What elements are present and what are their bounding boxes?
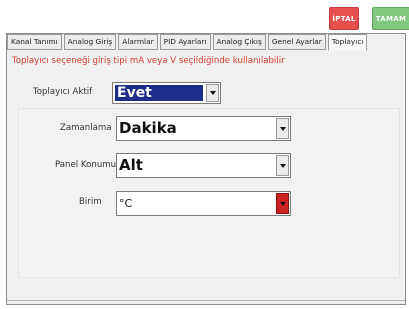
- aktif-value: Evet: [115, 85, 203, 101]
- zamanlama-dropdown[interactable]: Dakika: [116, 116, 291, 141]
- tab-alarmlar[interactable]: Alarmlar: [118, 34, 158, 50]
- info-message: Toplayıcı seçeneği giriş tipi mA veya V …: [12, 56, 285, 66]
- panel-konumu-label: Panel Konumu: [55, 160, 117, 170]
- aktif-dropdown[interactable]: Evet: [112, 82, 221, 104]
- chevron-down-icon[interactable]: [206, 84, 219, 102]
- aktif-label: Toplayıcı Aktif: [33, 87, 93, 97]
- tab-bar: Kanal Tanımı Analog Giriş Alarmlar PID A…: [7, 34, 369, 51]
- tab-genel-ayarlar[interactable]: Genel Ayarlar: [267, 34, 326, 50]
- chevron-down-icon[interactable]: [276, 193, 289, 214]
- tab-toplayici[interactable]: Toplayıcı: [327, 34, 368, 51]
- birim-value: °C: [119, 197, 133, 210]
- settings-panel: Kanal Tanımı Analog Giriş Alarmlar PID A…: [6, 33, 406, 305]
- divider: [7, 300, 405, 301]
- tab-kanal-tanimi[interactable]: Kanal Tanımı: [7, 34, 62, 50]
- tab-analog-giris[interactable]: Analog Giriş: [63, 34, 117, 50]
- birim-dropdown[interactable]: °C: [116, 191, 291, 216]
- panel-konumu-dropdown[interactable]: Alt: [116, 153, 291, 178]
- zamanlama-value: Dakika: [119, 119, 177, 137]
- ok-button[interactable]: TAMAM: [372, 7, 409, 30]
- tab-pid-ayarlari[interactable]: PID Ayarları: [159, 34, 211, 50]
- zamanlama-label: Zamanlama: [60, 123, 112, 133]
- birim-label: Birim: [79, 197, 102, 207]
- chevron-down-icon[interactable]: [276, 155, 289, 176]
- chevron-down-icon[interactable]: [276, 118, 289, 139]
- cancel-button[interactable]: İPTAL: [329, 7, 359, 30]
- tab-analog-cikis[interactable]: Analog Çıkış: [212, 34, 266, 50]
- panel-konumu-value: Alt: [119, 156, 143, 174]
